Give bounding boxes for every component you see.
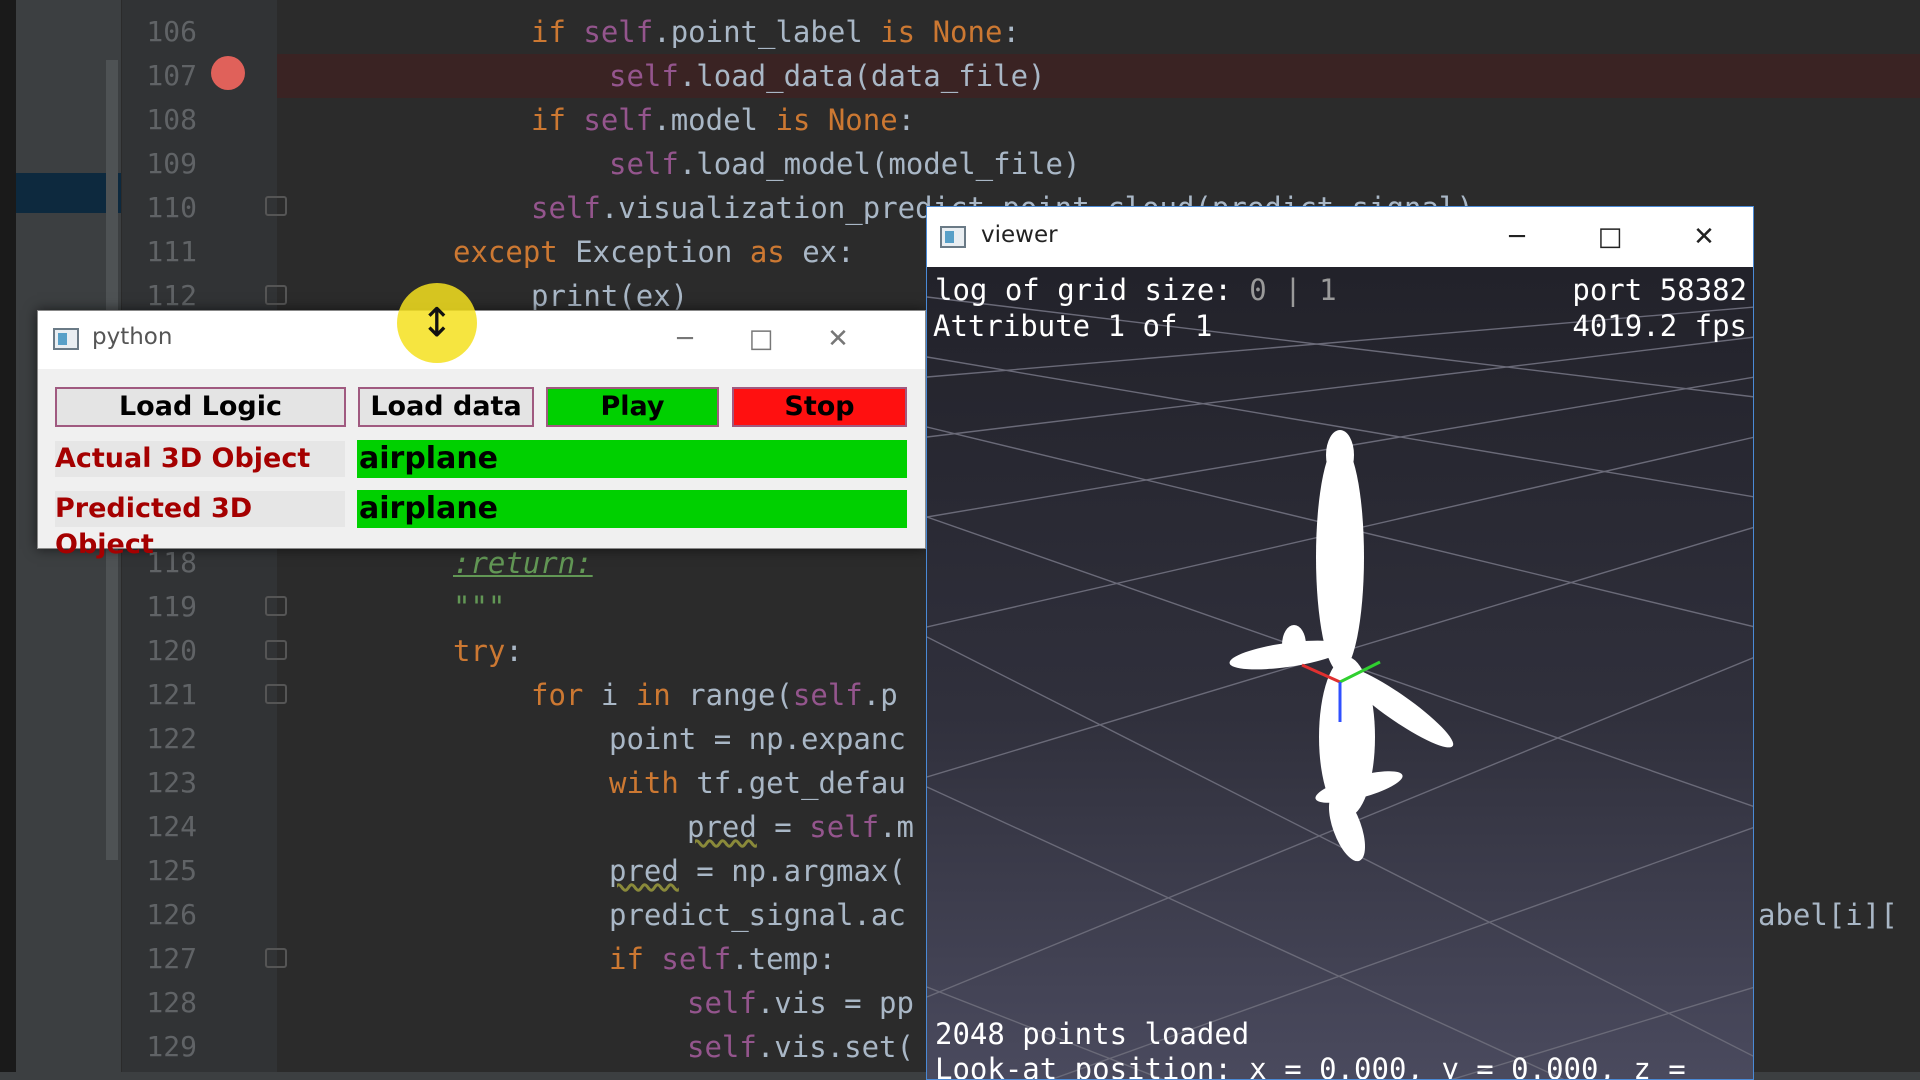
fold-marker-icon[interactable] [265,948,287,968]
fold-marker-icon[interactable] [265,684,287,704]
line-number[interactable]: 127 [137,937,197,981]
line-number[interactable]: 126 [137,893,197,937]
code-text[interactable]: self.load_model(model_file) [609,142,1080,186]
line-number[interactable]: 111 [137,230,197,274]
predicted-object-value: airplane [357,490,907,528]
fold-marker-icon[interactable] [265,640,287,660]
code-text[interactable]: self.vis.set( [687,1025,914,1069]
actual-object-label: Actual 3D Object [55,441,345,477]
code-text[interactable]: except Exception as ex: [453,230,855,274]
line-number[interactable]: 107 [137,54,197,98]
maximize-icon[interactable]: □ [741,321,781,357]
close-icon[interactable]: ✕ [818,321,858,357]
line-number[interactable]: 110 [137,186,197,230]
predicted-object-label: Predicted 3D Object [55,491,345,560]
fold-marker-icon[interactable] [265,285,287,305]
code-text[interactable]: if self.temp: [609,937,836,981]
python-window-title: python [92,324,173,350]
code-text[interactable]: pred = np.argmax( [609,849,906,893]
line-number[interactable]: 108 [137,98,197,142]
point-cloud-viewport[interactable]: log of grid size: 0 | 1 port 58382 Attri… [927,267,1753,1079]
maximize-icon[interactable]: □ [1590,219,1630,255]
play-button[interactable]: Play [546,387,719,427]
python-window: python ─ □ ✕ Load Logic Load data Play S… [37,310,926,560]
fold-marker-icon[interactable] [265,596,287,616]
window-icon [940,226,966,248]
code-text[interactable]: pred = self.m [687,805,914,849]
grid-size-text: log of grid size: 0 | 1 [935,273,1337,307]
viewer-window-title: viewer [981,222,1058,248]
python-title-bar[interactable]: python ─ □ ✕ [38,311,925,369]
code-line[interactable]: 106 if self.point_label is None: [0,10,1920,54]
attribute-text: Attribute 1 of 1 [933,309,1213,343]
stop-button[interactable]: Stop [732,387,907,427]
actual-object-value: airplane [357,440,907,478]
load-data-button[interactable]: Load data [358,387,534,427]
code-right-fragment: abel[i][ [1758,898,1898,932]
minimize-icon[interactable]: ─ [665,321,705,357]
line-number[interactable]: 106 [137,10,197,54]
viewer-title-bar[interactable]: viewer ─ □ ✕ [927,207,1753,267]
line-number[interactable]: 129 [137,1025,197,1069]
fps-text: 4019.2 fps [1572,309,1747,343]
fold-marker-icon[interactable] [265,196,287,216]
line-number[interactable]: 119 [137,585,197,629]
line-number[interactable]: 128 [137,981,197,1025]
code-text[interactable]: self.vis = pp [687,981,914,1025]
close-icon[interactable]: ✕ [1684,219,1724,255]
code-text[interactable]: predict_signal.ac [609,893,906,937]
code-text[interactable]: if self.point_label is None: [531,10,1020,54]
code-text[interactable]: try: [453,629,523,673]
line-number[interactable]: 109 [137,142,197,186]
line-number[interactable]: 121 [137,673,197,717]
code-text[interactable]: """ [453,585,505,629]
code-text[interactable]: for i in range(self.p [531,673,898,717]
ground-grid [927,296,1753,1079]
look-at-text: Look-at position: x = 0.000, y = 0.000, … [935,1052,1686,1079]
code-text[interactable]: point = np.expanc [609,717,906,761]
line-number[interactable]: 123 [137,761,197,805]
line-number[interactable]: 125 [137,849,197,893]
line-number[interactable]: 124 [137,805,197,849]
code-line[interactable]: 109 self.load_model(model_file) [0,142,1920,186]
port-text: port 58382 [1572,273,1747,307]
code-line[interactable]: 107 self.load_data(data_file) [0,54,1920,98]
code-text[interactable]: with tf.get_defau [609,761,906,805]
load-logic-button[interactable]: Load Logic [55,387,346,427]
code-line[interactable]: 108 if self.model is None: [0,98,1920,142]
line-number[interactable]: 120 [137,629,197,673]
minimize-icon[interactable]: ─ [1497,219,1537,255]
code-text[interactable]: if self.model is None: [531,98,915,142]
window-icon [53,328,79,350]
points-loaded-text: 2048 points loaded [935,1017,1250,1051]
viewer-window: viewer ─ □ ✕ log of grid size: 0 | 1 por… [926,206,1754,1080]
resize-cursor-icon: ↕ [420,300,454,346]
code-text[interactable]: self.load_data(data_file) [609,54,1046,98]
line-number[interactable]: 122 [137,717,197,761]
